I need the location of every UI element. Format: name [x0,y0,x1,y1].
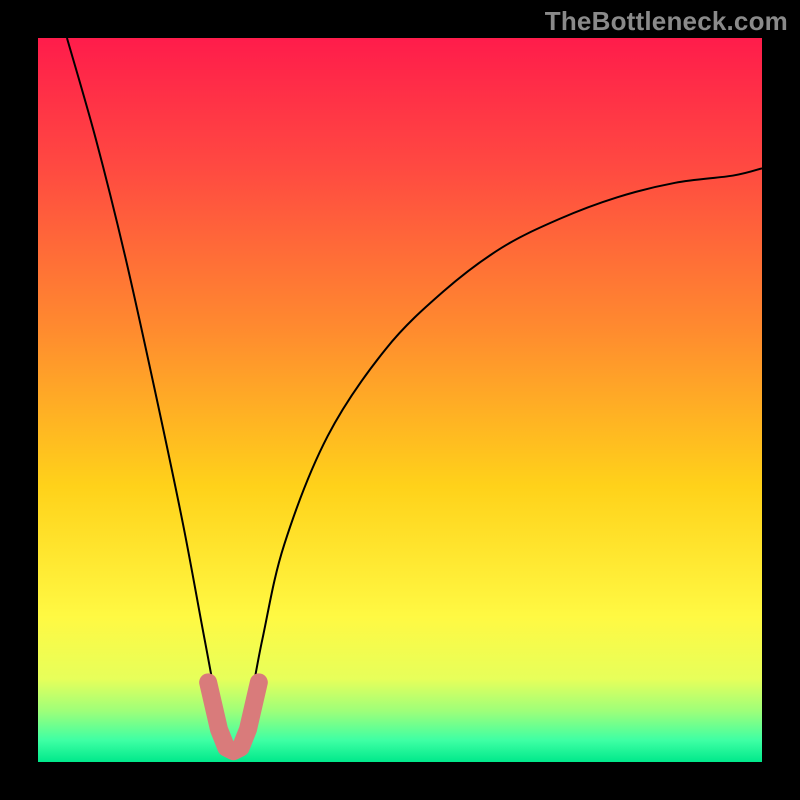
plot-background [38,38,762,762]
chart-svg [38,38,762,762]
watermark-text: TheBottleneck.com [545,6,788,37]
outer-frame: TheBottleneck.com [0,0,800,800]
